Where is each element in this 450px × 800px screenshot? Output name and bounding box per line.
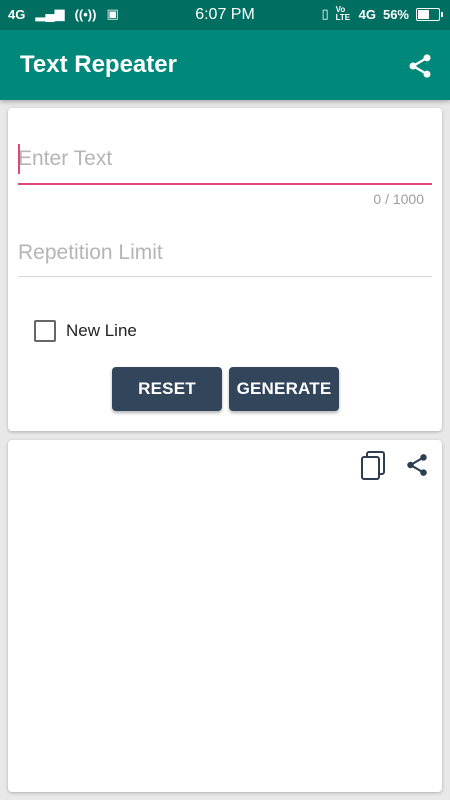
- repetition-limit-input[interactable]: [18, 238, 432, 268]
- battery-icon: [416, 7, 443, 21]
- reset-button[interactable]: RESET: [112, 367, 222, 411]
- input-card: 0 / 1000 New Line RESET GENERATE: [8, 108, 442, 431]
- new-line-checkbox[interactable]: [34, 320, 56, 342]
- volte-indicator: Vo LTE: [335, 5, 351, 22]
- share-icon[interactable]: [406, 52, 434, 80]
- app-bar: Text Repeater: [0, 30, 450, 100]
- network-right-indicator: 4G: [358, 6, 376, 22]
- status-right: ▯ Vo LTE 4G 56%: [321, 5, 443, 22]
- share-output-icon[interactable]: [404, 452, 430, 478]
- output-card: [8, 440, 442, 792]
- copy-icon[interactable]: [360, 451, 386, 481]
- status-bar: 4G ▂▄▆ ((•)) ▣ 6:07 PM ▯ Vo LTE 4G 56%: [0, 0, 450, 30]
- character-counter: 0 / 1000: [373, 191, 424, 207]
- new-line-option[interactable]: New Line: [34, 320, 137, 342]
- generate-button[interactable]: GENERATE: [229, 367, 339, 411]
- app-title: Text Repeater: [20, 51, 177, 78]
- new-line-label: New Line: [66, 321, 137, 340]
- enter-text-input[interactable]: [18, 144, 432, 174]
- repetition-limit-field: [18, 238, 432, 277]
- text-cursor: [18, 144, 20, 174]
- repetition-limit-underline: [18, 276, 432, 277]
- battery-percent: 56%: [382, 6, 409, 22]
- vibrate-icon: ▯: [321, 6, 329, 21]
- enter-text-underline: [18, 183, 432, 185]
- enter-text-field: [18, 144, 432, 185]
